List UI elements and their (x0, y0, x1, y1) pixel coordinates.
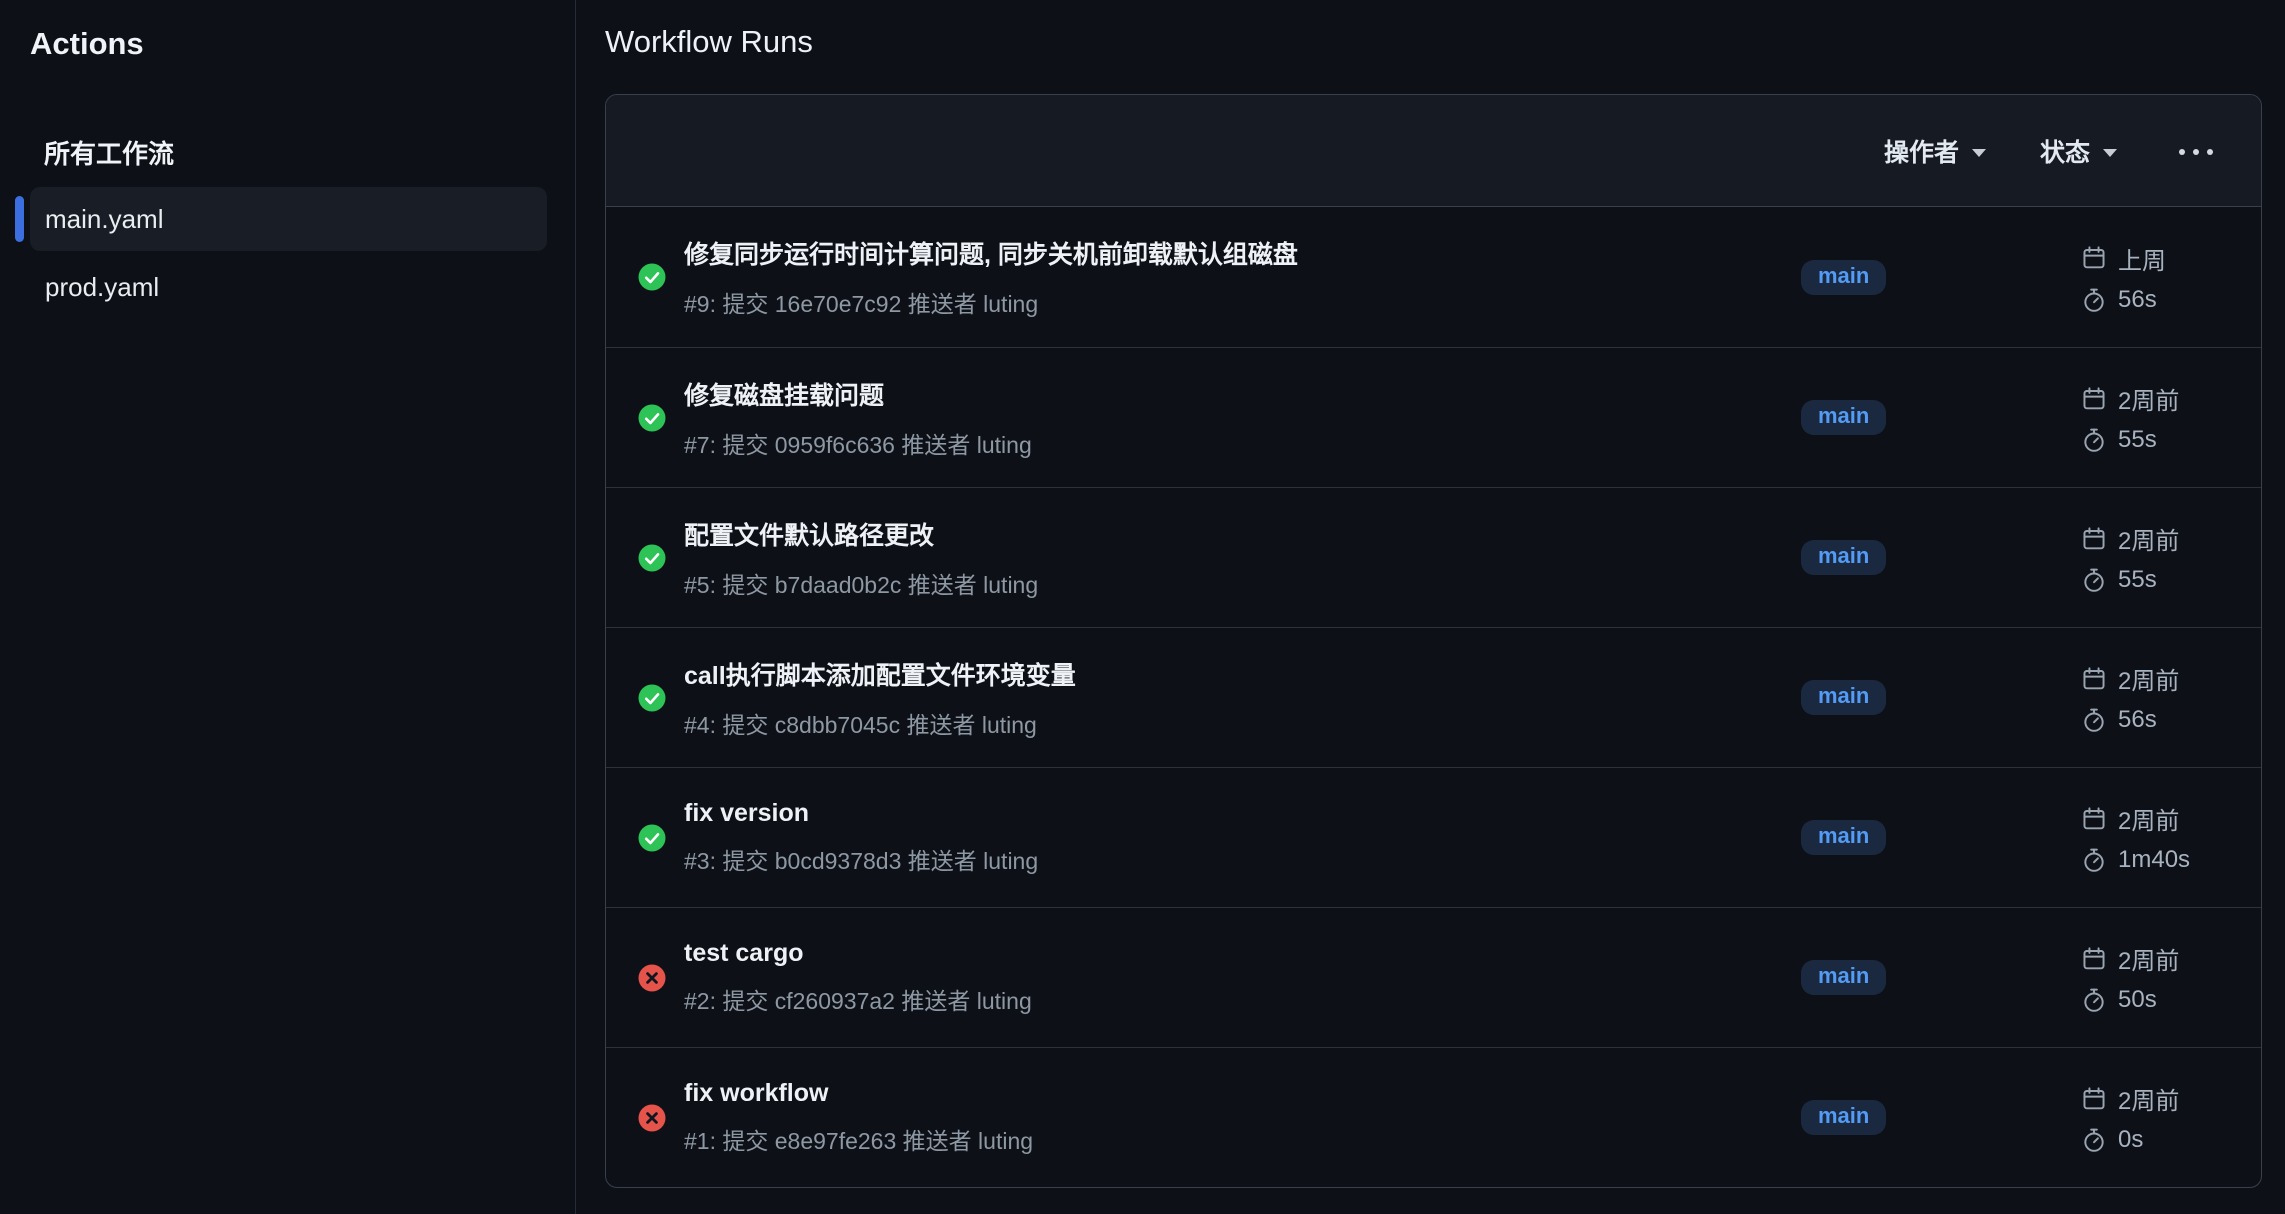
run-title-link[interactable]: 修复磁盘挂载问题 (684, 376, 1801, 412)
workflow-runs-panel: 操作者 状态 修复同步运行时间计算问题, 同步关机前卸载默认组磁盘 # (605, 94, 2262, 1188)
stopwatch-icon (2081, 1127, 2107, 1153)
stopwatch-icon (2081, 427, 2107, 453)
stopwatch-icon (2081, 287, 2107, 313)
workflow-run-row: test cargo #2: 提交 cf260937a2 推送者 luting … (606, 907, 2261, 1047)
sidebar-item-prod-yaml[interactable]: prod.yaml (30, 255, 547, 319)
workflow-run-row: 配置文件默认路径更改 #5: 提交 b7daad0b2c 推送者 luting … (606, 487, 2261, 627)
calendar-icon (2081, 526, 2107, 552)
run-duration: 56s (2081, 286, 2233, 314)
run-status-icon (638, 684, 666, 712)
workflow-run-row: 修复同步运行时间计算问题, 同步关机前卸载默认组磁盘 #9: 提交 16e70e… (606, 207, 2261, 347)
workflow-run-row: fix version #3: 提交 b0cd9378d3 推送者 luting… (606, 767, 2261, 907)
workflow-run-row: 修复磁盘挂载问题 #7: 提交 0959f6c636 推送者 luting ma… (606, 347, 2261, 487)
run-status-icon (638, 263, 666, 291)
calendar-icon (2081, 1086, 2107, 1112)
kebab-icon (2179, 149, 2213, 155)
branch-badge[interactable]: main (1801, 820, 1886, 855)
branch-badge[interactable]: main (1801, 540, 1886, 575)
run-title-link[interactable]: fix version (684, 799, 1801, 828)
run-duration: 50s (2081, 986, 2233, 1014)
run-date: 2周前 (2081, 1081, 2233, 1116)
actor-filter-label: 操作者 (1884, 133, 1959, 169)
stopwatch-icon (2081, 567, 2107, 593)
run-date: 2周前 (2081, 801, 2233, 836)
status-filter-label: 状态 (2040, 133, 2090, 169)
run-duration: 56s (2081, 706, 2233, 734)
calendar-icon (2081, 245, 2107, 271)
branch-badge[interactable]: main (1801, 400, 1886, 435)
workflow-run-row: call执行脚本添加配置文件环境变量 #4: 提交 c8dbb7045c 推送者… (606, 627, 2261, 767)
branch-badge[interactable]: main (1801, 1100, 1886, 1135)
run-date: 上周 (2081, 241, 2233, 276)
run-title-link[interactable]: call执行脚本添加配置文件环境变量 (684, 656, 1801, 692)
workflow-file-label: prod.yaml (45, 272, 159, 303)
page-title: Workflow Runs (605, 24, 2262, 60)
run-duration: 0s (2081, 1126, 2233, 1154)
calendar-icon (2081, 666, 2107, 692)
filters-bar: 操作者 状态 (606, 95, 2261, 207)
workflow-run-row: fix workflow #1: 提交 e8e97fe263 推送者 lutin… (606, 1047, 2261, 1187)
stopwatch-icon (2081, 847, 2107, 873)
calendar-icon (2081, 386, 2107, 412)
run-date: 2周前 (2081, 381, 2233, 416)
actor-filter-button[interactable]: 操作者 (1884, 133, 1986, 169)
run-duration: 1m40s (2081, 846, 2233, 874)
sidebar-item-main-yaml[interactable]: main.yaml (30, 187, 547, 251)
run-commit-meta: #5: 提交 b7daad0b2c 推送者 luting (684, 566, 1801, 600)
run-duration: 55s (2081, 426, 2233, 454)
run-date: 2周前 (2081, 521, 2233, 556)
run-title-link[interactable]: 配置文件默认路径更改 (684, 516, 1801, 552)
stopwatch-icon (2081, 707, 2107, 733)
run-commit-meta: #4: 提交 c8dbb7045c 推送者 luting (684, 706, 1801, 740)
run-duration: 55s (2081, 566, 2233, 594)
run-commit-meta: #9: 提交 16e70e7c92 推送者 luting (684, 285, 1801, 319)
run-status-icon (638, 824, 666, 852)
workflow-runs-list: 修复同步运行时间计算问题, 同步关机前卸载默认组磁盘 #9: 提交 16e70e… (606, 207, 2261, 1187)
actions-sidebar: Actions 所有工作流 main.yaml prod.yaml (0, 0, 576, 1214)
chevron-down-icon (1972, 149, 1986, 157)
branch-badge[interactable]: main (1801, 260, 1886, 295)
stopwatch-icon (2081, 987, 2107, 1013)
chevron-down-icon (2103, 149, 2117, 157)
run-status-icon (638, 964, 666, 992)
run-commit-meta: #3: 提交 b0cd9378d3 推送者 luting (684, 842, 1801, 876)
run-status-icon (638, 1104, 666, 1132)
run-commit-meta: #7: 提交 0959f6c636 推送者 luting (684, 426, 1801, 460)
run-title-link[interactable]: fix workflow (684, 1079, 1801, 1108)
run-date: 2周前 (2081, 941, 2233, 976)
more-options-button[interactable] (2171, 135, 2221, 166)
workflow-runs-main: Workflow Runs 操作者 状态 (576, 0, 2285, 1214)
run-date: 2周前 (2081, 661, 2233, 696)
sidebar-title: Actions (30, 26, 575, 62)
run-commit-meta: #1: 提交 e8e97fe263 推送者 luting (684, 1122, 1801, 1156)
status-filter-button[interactable]: 状态 (2040, 133, 2117, 169)
run-commit-meta: #2: 提交 cf260937a2 推送者 luting (684, 982, 1801, 1016)
branch-badge[interactable]: main (1801, 960, 1886, 995)
run-title-link[interactable]: 修复同步运行时间计算问题, 同步关机前卸载默认组磁盘 (684, 235, 1801, 271)
run-title-link[interactable]: test cargo (684, 939, 1801, 968)
workflow-file-label: main.yaml (45, 204, 163, 235)
calendar-icon (2081, 806, 2107, 832)
calendar-icon (2081, 946, 2107, 972)
run-status-icon (638, 544, 666, 572)
branch-badge[interactable]: main (1801, 680, 1886, 715)
sidebar-item-all-workflows[interactable]: 所有工作流 (44, 134, 545, 171)
run-status-icon (638, 404, 666, 432)
